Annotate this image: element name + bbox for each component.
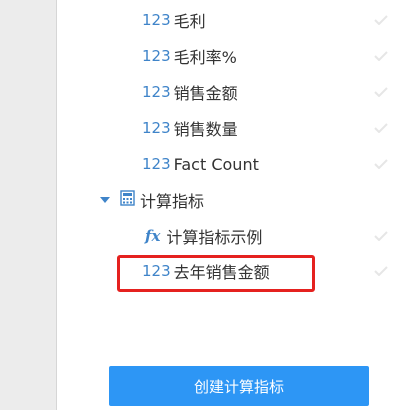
calc-item-label: 计算指标示例 <box>166 228 263 247</box>
create-calculated-metric-button[interactable]: 创建计算指标 <box>109 366 369 406</box>
caret-down-icon[interactable] <box>100 197 110 203</box>
field-panel-root: 123 毛利 123 毛利率% 123 销售金额 123 销售数量 123 Fa… <box>0 0 405 410</box>
numeric-type-icon: 123 <box>142 47 171 65</box>
calculator-icon <box>120 190 135 210</box>
field-item-sales-quantity[interactable]: 123 销售数量 <box>142 116 238 140</box>
field-label: Fact Count <box>173 154 259 174</box>
field-item-gross-margin[interactable]: 123 毛利率% <box>142 44 237 68</box>
check-icon[interactable] <box>374 231 388 241</box>
check-icon[interactable] <box>374 51 388 61</box>
highlight-box <box>117 255 315 292</box>
folder-label: 计算指标 <box>140 192 205 211</box>
check-icon[interactable] <box>374 123 388 133</box>
field-label: 毛利 <box>173 12 206 31</box>
check-icon[interactable] <box>374 15 388 25</box>
numeric-type-icon: 123 <box>142 119 171 137</box>
field-label: 销售数量 <box>173 120 238 139</box>
check-icon[interactable] <box>374 159 388 169</box>
field-label: 销售金额 <box>173 84 238 103</box>
numeric-type-icon: 123 <box>142 155 171 173</box>
folder-calculated-metrics[interactable]: 计算指标 <box>100 188 204 212</box>
calc-item-example[interactable]: fx 计算指标示例 <box>145 224 262 248</box>
formula-fx-icon: fx <box>145 227 161 245</box>
field-item-sales-amount[interactable]: 123 销售金额 <box>142 80 238 104</box>
numeric-type-icon: 123 <box>142 83 171 101</box>
numeric-type-icon: 123 <box>142 11 171 29</box>
field-item-fact-count[interactable]: 123 Fact Count <box>142 152 259 176</box>
check-icon[interactable] <box>374 266 388 276</box>
left-sidebar-strip <box>0 0 57 410</box>
field-label: 毛利率% <box>173 48 237 67</box>
field-item-gross-profit[interactable]: 123 毛利 <box>142 8 206 32</box>
check-icon[interactable] <box>374 87 388 97</box>
